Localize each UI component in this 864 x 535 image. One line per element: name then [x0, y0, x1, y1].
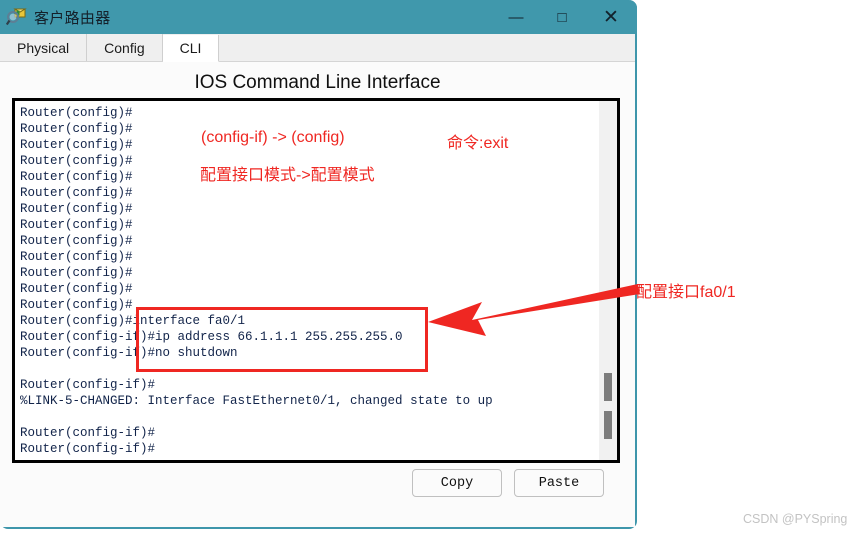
window-titlebar[interactable]: 客户路由器 — □ ✕	[0, 0, 637, 34]
paste-button[interactable]: Paste	[514, 469, 604, 497]
annotation-highlight-box	[136, 307, 428, 372]
tab-physical[interactable]: Physical	[0, 34, 88, 61]
annotation-command-exit: 命令:exit	[447, 135, 509, 152]
watermark: CSDN @PYSpring	[743, 512, 848, 526]
window-title: 客户路由器	[34, 9, 111, 27]
scrollbar-thumb-upper[interactable]	[604, 373, 612, 401]
scrollbar-thumb-lower[interactable]	[604, 411, 612, 439]
window-controls: — □ ✕	[493, 0, 637, 34]
packet-tracer-magnifier-icon	[5, 6, 28, 28]
annotation-mode-transition: (config-if) -> (config)	[201, 129, 345, 146]
annotation-interface-config: 配置接口fa0/1	[636, 284, 736, 301]
router-device-window: 客户路由器 — □ ✕ Physical Config CLI IOS Comm…	[0, 0, 637, 529]
annotation-mode-transition-cn: 配置接口模式->配置模式	[200, 167, 375, 184]
annotation-arrow-icon	[428, 284, 640, 336]
maximize-icon[interactable]: □	[539, 0, 585, 34]
tab-config[interactable]: Config	[87, 34, 163, 61]
minimize-icon[interactable]: —	[493, 0, 539, 34]
copy-button[interactable]: Copy	[412, 469, 502, 497]
terminal-button-row: Copy Paste	[0, 469, 620, 497]
page-title: IOS Command Line Interface	[194, 72, 441, 93]
tab-cli[interactable]: CLI	[162, 35, 220, 62]
tab-strip: Physical Config CLI	[0, 34, 635, 62]
close-icon[interactable]: ✕	[585, 0, 637, 34]
